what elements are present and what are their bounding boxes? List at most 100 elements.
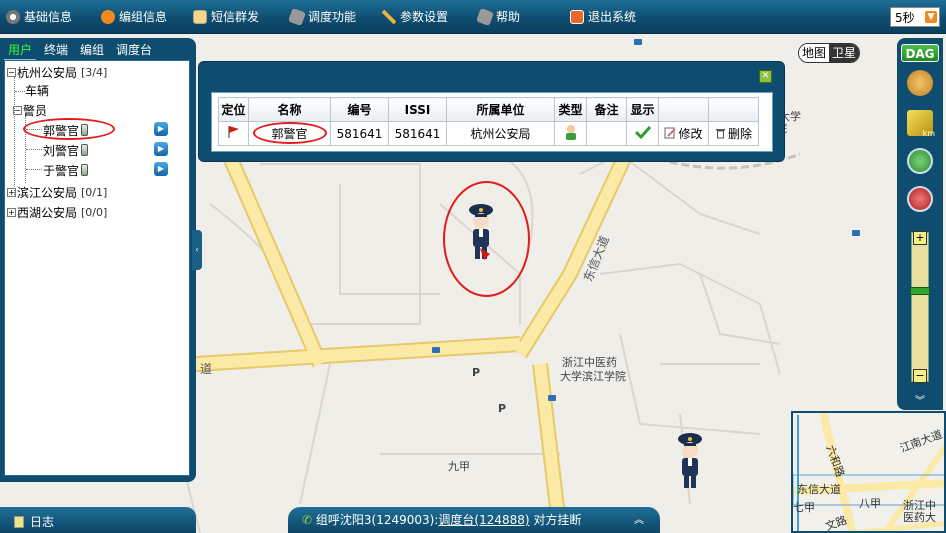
column-header: 定位 bbox=[218, 97, 249, 122]
ruler-icon[interactable]: km bbox=[907, 110, 935, 138]
refresh-interval-select[interactable]: 5秒 ▼ bbox=[890, 7, 940, 27]
map-tools-bar: DAG km + − ︾ bbox=[897, 38, 943, 410]
column-header: 备注 bbox=[586, 97, 627, 122]
tree-node-officer-liu[interactable]: 刘警官 bbox=[43, 141, 89, 159]
menu-sms-broadcast[interactable]: 短信群发 bbox=[193, 8, 259, 25]
number-cell: 581641 bbox=[330, 121, 389, 146]
poi-label-university-b: 大学滨江学院 bbox=[560, 370, 626, 383]
type-cell bbox=[554, 121, 587, 146]
menu-exit-label: 退出系统 bbox=[588, 10, 637, 24]
parking-label: P bbox=[498, 402, 507, 415]
tree-node-binjiang[interactable]: + 滨江公安局 [0/1] bbox=[7, 183, 107, 201]
rss-icon bbox=[101, 9, 115, 24]
red-flag-icon[interactable] bbox=[227, 125, 241, 139]
call-status-link[interactable]: 调度台(124888) bbox=[438, 513, 529, 527]
radio-icon bbox=[81, 164, 89, 176]
poi-label-jiujia: 九甲 bbox=[448, 460, 470, 473]
tree-node-label: 滨江公安局 bbox=[17, 185, 78, 200]
user-tree: − 杭州公安局 [3/4] 车辆 − 警员 郭警官 ▶ 刘警官 ▶ 于警官 ▶ … bbox=[4, 60, 190, 476]
edit-icon bbox=[664, 127, 677, 139]
tab-groups[interactable]: 编组 bbox=[76, 40, 108, 61]
zoom-minus-icon[interactable]: − bbox=[913, 369, 927, 383]
map-type-map-button[interactable]: 地图 bbox=[799, 44, 829, 62]
menu-settings[interactable]: 参数设置 bbox=[382, 8, 448, 25]
main-toolbar: 基础信息 编组信息 短信群发 调度功能 参数设置 帮助 退出系统 5秒 ▼ bbox=[0, 0, 946, 34]
tree-node-count: [0/1] bbox=[81, 185, 108, 199]
popup-content: 定位 名称 编号 ISSI 所属单位 类型 备注 显示 郭警官 581641 5… bbox=[211, 92, 773, 152]
map-type-switch: 地图 卫星 bbox=[798, 43, 860, 63]
officer-marker-icon[interactable] bbox=[675, 431, 705, 493]
menu-group-info-label: 编组信息 bbox=[119, 10, 168, 24]
tree-node-count: [0/0] bbox=[81, 205, 108, 219]
tab-console[interactable]: 调度台 bbox=[112, 40, 156, 61]
zoom-in-icon[interactable] bbox=[907, 148, 933, 174]
tab-terminals[interactable]: 终端 bbox=[40, 40, 72, 61]
parking-label: P bbox=[472, 366, 481, 379]
menu-help[interactable]: 帮助 bbox=[476, 7, 520, 26]
menu-group-info[interactable]: 编组信息 bbox=[101, 8, 167, 25]
zoom-slider[interactable]: + − bbox=[910, 231, 930, 383]
column-header: 编号 bbox=[330, 97, 389, 122]
collapse-icon[interactable]: − bbox=[13, 105, 22, 115]
zoom-out-icon[interactable] bbox=[907, 186, 933, 212]
collapse-icon[interactable]: − bbox=[7, 67, 16, 77]
delete-button[interactable]: 删除 bbox=[715, 125, 752, 142]
wrench-icon bbox=[382, 9, 396, 24]
unit-cell: 杭州公安局 bbox=[446, 121, 555, 146]
tab-users[interactable]: 用户 bbox=[4, 40, 37, 61]
column-header: 名称 bbox=[248, 97, 331, 122]
highlight-ellipse bbox=[23, 118, 115, 140]
dag-logo: DAG bbox=[901, 44, 939, 62]
issi-cell: 581641 bbox=[388, 121, 447, 146]
column-header: 所属单位 bbox=[446, 97, 555, 122]
column-header: ISSI bbox=[388, 97, 447, 122]
table-row: 郭警官 581641 581641 杭州公安局 修改 删除 bbox=[218, 121, 759, 146]
log-tab[interactable]: 日志 bbox=[0, 507, 196, 533]
column-header bbox=[708, 97, 759, 122]
tree-node-police[interactable]: − 警员 bbox=[13, 101, 47, 119]
officer-marker-icon[interactable] bbox=[466, 202, 496, 266]
refresh-interval-value: 5秒 bbox=[895, 10, 915, 25]
visible-cell[interactable] bbox=[626, 121, 659, 146]
status-bar: 日志 ✆ 组呼沈阳3(1249003):调度台(124888) 对方挂断 ︽ bbox=[0, 507, 946, 533]
zoom-plus-icon[interactable]: + bbox=[913, 231, 927, 245]
menu-dispatch[interactable]: 调度功能 bbox=[288, 7, 357, 26]
edit-cell[interactable]: 修改 bbox=[658, 121, 709, 146]
radio-icon bbox=[81, 144, 89, 156]
zoom-slider-thumb[interactable] bbox=[910, 287, 930, 295]
column-header: 类型 bbox=[554, 97, 587, 122]
collapse-down-icon[interactable]: ︾ bbox=[915, 392, 925, 407]
menu-settings-label: 参数设置 bbox=[400, 10, 449, 24]
tree-node-vehicles[interactable]: 车辆 bbox=[25, 81, 49, 99]
edit-button[interactable]: 修改 bbox=[664, 125, 703, 142]
locate-button[interactable]: ▶ bbox=[154, 142, 168, 156]
locate-button[interactable]: ▶ bbox=[154, 122, 168, 136]
map-type-satellite-button[interactable]: 卫星 bbox=[829, 44, 859, 62]
locate-button[interactable]: ▶ bbox=[154, 162, 168, 176]
expand-icon[interactable]: + bbox=[7, 187, 16, 197]
delete-cell[interactable]: 删除 bbox=[708, 121, 759, 146]
officer-table: 定位 名称 编号 ISSI 所属单位 类型 备注 显示 郭警官 581641 5… bbox=[218, 97, 759, 146]
expand-icon[interactable]: + bbox=[7, 207, 16, 217]
menu-basic-info[interactable]: 基础信息 bbox=[6, 8, 72, 25]
column-header: 显示 bbox=[626, 97, 659, 122]
locate-cell[interactable] bbox=[218, 121, 249, 146]
call-status-prefix: 组呼沈阳3(1249003): bbox=[315, 513, 439, 527]
panel-collapse-handle[interactable]: ‹ bbox=[192, 230, 202, 270]
remark-cell bbox=[586, 121, 627, 146]
close-icon[interactable]: ✕ bbox=[759, 70, 772, 83]
tree-node-label: 于警官 bbox=[43, 163, 80, 178]
menu-exit[interactable]: 退出系统 bbox=[570, 8, 636, 25]
expand-up-icon[interactable]: ︽ bbox=[634, 511, 644, 526]
log-label: 日志 bbox=[30, 515, 55, 529]
menu-dispatch-label: 调度功能 bbox=[308, 10, 357, 24]
users-icon[interactable] bbox=[907, 70, 933, 96]
tree-node-officer-yu[interactable]: 于警官 bbox=[43, 161, 89, 179]
tree-node-xihu[interactable]: + 西湖公安局 [0/0] bbox=[7, 203, 107, 221]
checkmark-icon[interactable] bbox=[634, 125, 651, 140]
overview-label: 东信大道 bbox=[797, 483, 841, 496]
tree-node-hangzhou[interactable]: − 杭州公安局 [3/4] bbox=[7, 63, 107, 81]
call-status: ✆ 组呼沈阳3(1249003):调度台(124888) 对方挂断 ︽ bbox=[288, 507, 660, 533]
left-panel: 用户 终端 编组 调度台 − 杭州公安局 [3/4] 车辆 − 警员 郭警官 ▶… bbox=[0, 38, 196, 482]
tree-node-label: 警员 bbox=[23, 103, 48, 118]
